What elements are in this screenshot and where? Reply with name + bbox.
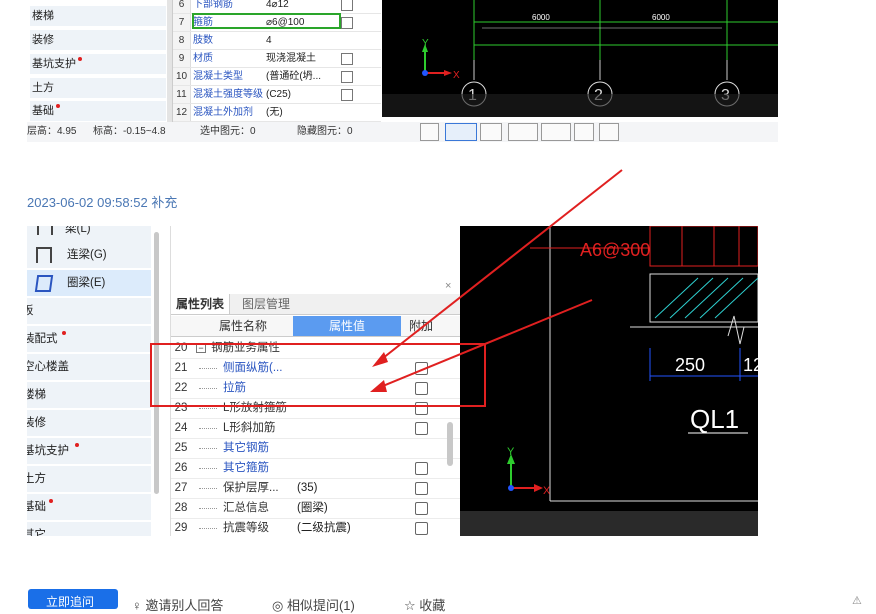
- follow-up-button[interactable]: 立即追问: [28, 589, 118, 609]
- question-icon: ◎: [272, 598, 287, 613]
- invite-link[interactable]: ♀ 邀请别人回答: [132, 595, 223, 614]
- report-icon[interactable]: ⚠: [852, 594, 862, 607]
- person-icon: ♀: [132, 598, 146, 613]
- annotation-arrows: [370, 169, 623, 392]
- favorite-link[interactable]: ☆ 收藏: [404, 595, 445, 614]
- star-icon: ☆: [404, 598, 420, 613]
- similar-question-link[interactable]: ◎ 相似提问(1): [272, 595, 355, 614]
